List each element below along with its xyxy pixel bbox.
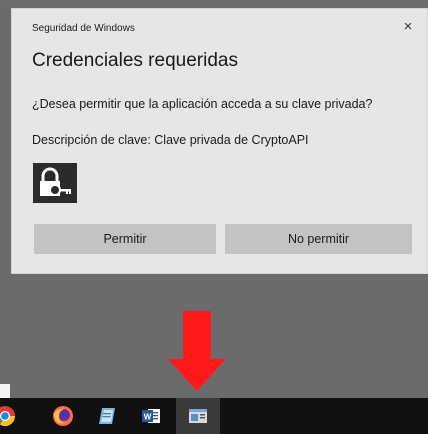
window-top-strip (0, 0, 428, 8)
firefox-icon[interactable] (52, 405, 74, 427)
lock-key-icon (33, 163, 77, 203)
svg-text:W: W (144, 413, 152, 422)
windows-security-dialog: Seguridad de Windows × Credenciales requ… (11, 8, 428, 274)
key-description: Descripción de clave: Clave privada de C… (32, 133, 309, 147)
dialog-title: Credenciales requeridas (32, 50, 238, 71)
notepad-icon[interactable] (96, 405, 118, 427)
red-arrow-annotation (168, 311, 226, 391)
close-button[interactable]: × (399, 18, 417, 36)
dialog-question: ¿Desea permitir que la aplicación acceda… (32, 97, 373, 111)
word-icon[interactable]: W (140, 405, 162, 427)
taskbar: W (0, 398, 428, 434)
app-window-icon[interactable] (187, 405, 209, 427)
chrome-icon[interactable] (0, 405, 16, 427)
deny-button[interactable]: No permitir (225, 224, 412, 254)
allow-button[interactable]: Permitir (34, 224, 216, 254)
dialog-header: Seguridad de Windows (32, 23, 135, 34)
